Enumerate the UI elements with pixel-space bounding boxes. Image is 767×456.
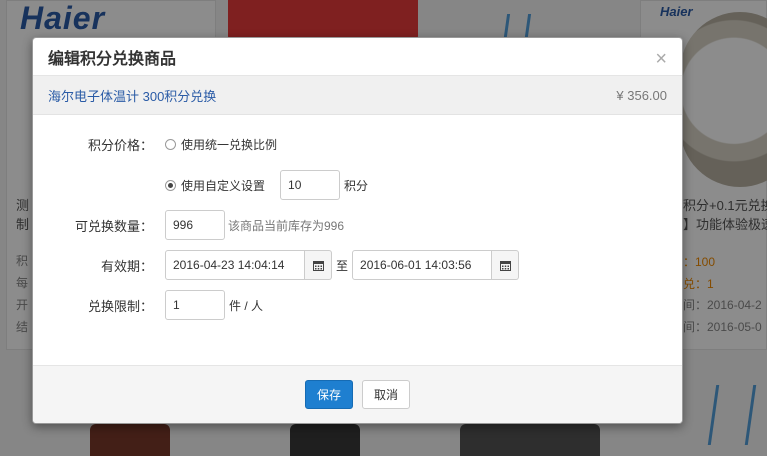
modal-header: 编辑积分兑换商品 × [33,38,682,76]
unified-ratio-radio[interactable] [165,139,176,150]
quantity-row: 可兑换数量： 该商品当前库存为996 [33,210,344,240]
custom-setting-radio[interactable] [165,179,176,191]
custom-points-input[interactable] [280,170,341,200]
custom-setting-option[interactable]: 使用自定义设置 [165,177,265,194]
exchange-limit-input[interactable] [165,290,225,320]
exchange-form: 积分价格： 使用统一兑换比例 使用自定义设置 积分 可兑换数量： 该商品当前库存… [33,115,682,365]
modal-title: 编辑积分兑换商品 [48,50,177,68]
unified-ratio-option[interactable]: 使用统一兑换比例 [165,136,277,153]
calendar-icon[interactable] [492,250,520,280]
custom-points-row: 使用自定义设置 积分 [33,170,368,200]
edit-points-exchange-dialog: 编辑积分兑换商品 × 海尔电子体温计 300积分兑换 ¥ 356.00 积分价格… [32,37,683,424]
end-date-input[interactable] [352,250,493,280]
exchange-limit-label: 兑换限制： [87,298,153,314]
quantity-label: 可兑换数量： [74,218,153,234]
points-price-row: 积分价格： 使用统一兑换比例 [33,135,277,154]
limit-unit: 件 / 人 [229,298,264,313]
save-button[interactable]: 保存 [304,380,353,409]
quantity-input[interactable] [165,210,225,240]
modal-footer: 保存 取消 [33,365,682,423]
unified-ratio-label[interactable]: 使用统一兑换比例 [181,136,277,153]
close-icon[interactable]: × [655,49,667,69]
exchange-limit-row: 兑换限制： 件 / 人 [33,290,263,320]
validity-row: 有效期： 至 [33,250,520,280]
end-date-picker [352,250,520,280]
product-info-bar: 海尔电子体温计 300积分兑换 ¥ 356.00 [33,76,682,115]
calendar-icon[interactable] [305,250,332,280]
points-unit: 积分 [344,178,369,193]
points-price-label: 积分价格： [87,138,153,153]
stock-hint: 该商品当前库存为996 [228,218,345,233]
start-date-input[interactable] [165,250,305,280]
product-price: ¥ 356.00 [616,87,667,103]
validity-label: 有效期： [100,258,153,274]
start-date-picker [165,250,332,280]
custom-setting-label[interactable]: 使用自定义设置 [181,177,265,194]
cancel-button[interactable]: 取消 [362,380,411,409]
product-name: 海尔电子体温计 300积分兑换 [48,88,217,104]
date-range-separator: 至 [336,258,349,273]
